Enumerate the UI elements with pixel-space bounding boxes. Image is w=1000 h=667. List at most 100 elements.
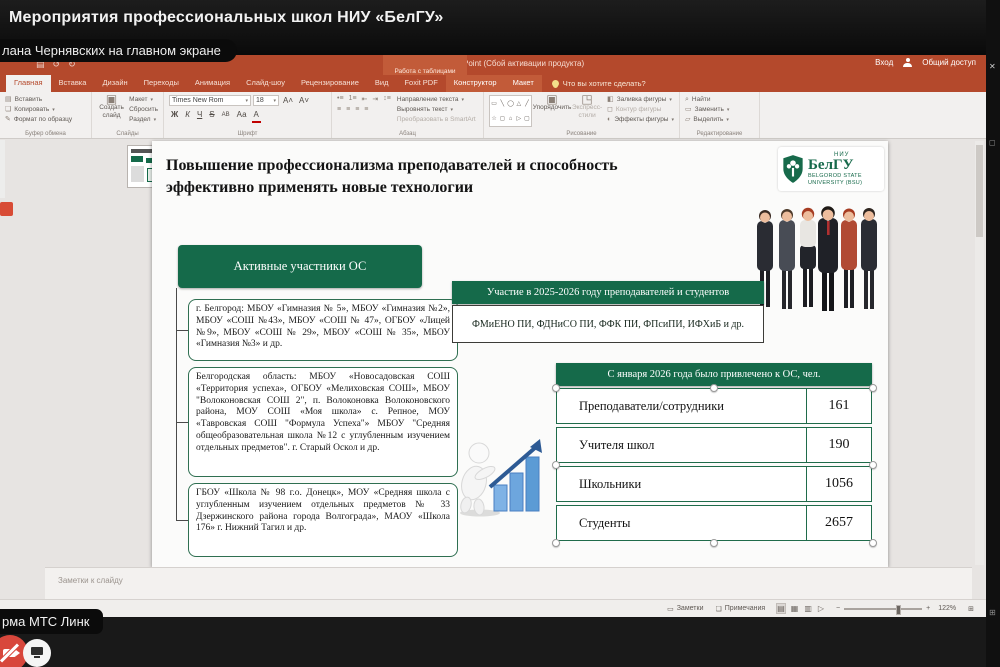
tell-me-box[interactable]: Что вы хотите сделать? [552, 75, 646, 92]
tab-foxit-pdf[interactable]: Foxit PDF [396, 75, 445, 92]
slide-title[interactable]: Повышение профессионализма преподавателе… [166, 155, 686, 200]
panel-icon[interactable]: ◻ [989, 138, 996, 147]
slideshow-icon[interactable]: ▷ [818, 604, 824, 613]
table-row[interactable]: Преподаватели/сотрудники 161 [556, 388, 872, 424]
grow-font-button[interactable]: А˄ [281, 95, 295, 107]
bold-button[interactable]: Ж [169, 109, 180, 123]
zoom-in-button[interactable]: + [926, 605, 930, 612]
replace-icon: ▭ [685, 105, 692, 115]
tab-transitions[interactable]: Переходы [136, 75, 187, 92]
shape-icon: ◻ [500, 115, 505, 122]
tab-design[interactable]: Дизайн [94, 75, 135, 92]
group-drawing: ▭ ╲ ◯ △ ╱ ☆ ◻ ⌂ ▷ ▢ ▣ Упорядочить ◳ [484, 92, 680, 138]
slide-scrollbar[interactable] [975, 141, 984, 565]
copy-button[interactable]: ❏Копировать▾ [5, 105, 86, 115]
selection-handle[interactable] [869, 461, 877, 469]
comments-toggle[interactable]: ❏ Примечания [715, 605, 765, 613]
status-bar: ▭ Заметки ❏ Примечания ▤ ▦ ▥ ▷ − + 122% … [0, 599, 986, 617]
slide-canvas[interactable]: Повышение профессионализма преподавателе… [152, 141, 888, 567]
shape-icon: ☆ [491, 115, 496, 122]
smartart-button[interactable]: Преобразовать в SmartArt [397, 115, 476, 125]
arrange-button[interactable]: ▣ Упорядочить [537, 95, 567, 128]
strikethrough-button[interactable]: S [207, 109, 216, 123]
selection-handle[interactable] [552, 539, 560, 547]
font-name-combo[interactable]: Times New Rom▾ [169, 95, 251, 106]
align-text-button[interactable]: Выровнять текст▾ [397, 105, 476, 115]
find-button[interactable]: ⌕Найти [685, 95, 754, 105]
selection-handle[interactable] [710, 384, 718, 392]
justify-icon[interactable]: ≡ [364, 106, 368, 113]
section-button[interactable]: Раздел▾ [129, 115, 158, 125]
active-participants-banner[interactable]: Активные участники ОС [178, 245, 422, 288]
italic-button[interactable]: К [183, 109, 192, 123]
zoom-slider[interactable] [844, 608, 922, 610]
table-banner[interactable]: С января 2026 года было привлечено к ОС,… [556, 363, 872, 386]
align-center-icon[interactable]: ≡ [346, 106, 350, 113]
decrease-indent-icon[interactable]: ⇤ [362, 95, 368, 103]
faculties-box[interactable]: ФМиЕНО ПИ, ФДНиСО ПИ, ФФК ПИ, ФПсиПИ, ИФ… [452, 305, 764, 343]
layout-button[interactable]: Макет▾ [129, 95, 158, 105]
font-color-button[interactable]: А [252, 109, 261, 123]
align-left-icon[interactable]: ≡ [337, 106, 341, 113]
selection-handle[interactable] [710, 539, 718, 547]
attracted-table[interactable]: Преподаватели/сотрудники 161 Учителя шко… [556, 388, 872, 544]
tab-animations[interactable]: Анимация [187, 75, 238, 92]
participation-banner[interactable]: Участие в 2025-2026 году преподавателей … [452, 281, 764, 304]
selection-handle[interactable] [552, 384, 560, 392]
other-regions-schools-box[interactable]: ГБОУ «Школа № 98 г.о. Донецк», МОУ «Сред… [188, 483, 458, 557]
underline-button[interactable]: Ч [195, 109, 204, 123]
close-icon[interactable]: ✕ [989, 62, 996, 71]
shape-effects-button[interactable]: ◐Эффекты фигуры▾ [607, 115, 674, 125]
zoom-slider-thumb[interactable] [896, 605, 901, 615]
table-row[interactable]: Учителя школ 190 [556, 427, 872, 463]
replace-button[interactable]: ▭Заменить▾ [685, 105, 754, 115]
screen-share-button[interactable] [23, 639, 51, 667]
reset-button[interactable]: Сбросить [129, 105, 158, 115]
group-label-slides: Слайды [92, 131, 163, 137]
format-painter-button[interactable]: ✎Формат по образцу [5, 115, 86, 125]
line-spacing-icon[interactable]: ↕≡ [383, 95, 391, 103]
numbering-icon[interactable]: 1≡ [349, 95, 357, 103]
char-spacing-button[interactable]: АВ [220, 109, 232, 123]
tab-review[interactable]: Рецензирование [293, 75, 367, 92]
slide-sorter-icon[interactable]: ▦ [791, 604, 799, 613]
quick-styles-button[interactable]: ◳ Экспресс-стили [572, 95, 602, 128]
selection-handle[interactable] [869, 539, 877, 547]
tab-slideshow[interactable]: Слайд-шоу [238, 75, 293, 92]
table-row[interactable]: Школьники 1056 [556, 466, 872, 502]
new-slide-button[interactable]: ▣ Создать слайд [97, 95, 126, 128]
bullets-icon[interactable]: •≡ [337, 95, 344, 103]
select-button[interactable]: ▱Выделить▾ [685, 115, 754, 125]
align-right-icon[interactable]: ≡ [355, 106, 359, 113]
tab-table-layout[interactable]: Макет [505, 75, 542, 92]
text-direction-button[interactable]: Направление текста▾ [397, 95, 476, 105]
notes-pane[interactable]: Заметки к слайду [45, 567, 972, 601]
normal-view-icon[interactable]: ▤ [777, 604, 785, 613]
tab-home[interactable]: Главная [6, 75, 51, 92]
logo-sub1: BELGOROD STATE [808, 174, 862, 180]
tab-insert[interactable]: Вставка [51, 75, 95, 92]
grid-icon[interactable]: ⊞ [989, 608, 996, 617]
tab-table-design[interactable]: Конструктор [446, 75, 505, 92]
shrink-font-button[interactable]: А˅ [297, 95, 311, 107]
increase-indent-icon[interactable]: ⇥ [372, 95, 378, 103]
notes-toggle[interactable]: ▭ Заметки [667, 605, 703, 613]
change-case-button[interactable]: Аа [235, 109, 249, 123]
table-row[interactable]: Студенты 2657 [556, 505, 872, 541]
share-button[interactable]: Общий доступ [922, 58, 976, 67]
belgorod-region-schools-box[interactable]: Белгородская область: МБОУ «Новосадовска… [188, 367, 458, 477]
paste-button[interactable]: ▤Вставить [5, 95, 86, 105]
sign-in-button[interactable]: Вход [875, 58, 893, 67]
fit-slide-button[interactable]: ⊞ [968, 605, 974, 613]
font-size-combo[interactable]: 18▾ [253, 95, 279, 106]
selection-handle[interactable] [869, 384, 877, 392]
selection-handle[interactable] [552, 461, 560, 469]
shape-outline-button[interactable]: ◻Контур фигуры [607, 105, 674, 115]
belgorod-schools-box[interactable]: г. Белгород: МБОУ «Гимназия № 5», МБОУ «… [188, 299, 458, 361]
shape-fill-button[interactable]: ◧Заливка фигуры▾ [607, 95, 674, 105]
zoom-level[interactable]: 122% [938, 605, 956, 612]
tab-view[interactable]: Вид [367, 75, 397, 92]
zoom-out-button[interactable]: − [836, 605, 840, 612]
reading-view-icon[interactable]: ▥ [804, 604, 812, 613]
shapes-gallery[interactable]: ▭ ╲ ◯ △ ╱ ☆ ◻ ⌂ ▷ ▢ [489, 95, 532, 127]
